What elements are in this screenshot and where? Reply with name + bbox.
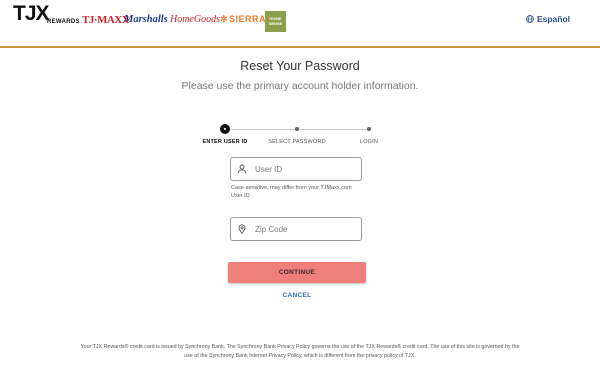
zip-code-field[interactable] (230, 217, 362, 241)
user-icon (237, 164, 247, 174)
page-title: Reset Your Password (240, 59, 360, 73)
legal-disclaimer-line-2: use of the Synchrony Bank Internet Priva… (184, 353, 416, 359)
step-select-password-indicator (295, 127, 299, 131)
user-id-hint-line-1: Case-sensitive, may differ from your TJM… (231, 185, 352, 191)
marshalls-logo: Marshalls (124, 14, 168, 25)
user-id-hint: Case-sensitive, may differ from your TJM… (231, 184, 371, 200)
sierra-logo: ✲SIERRA (220, 14, 266, 25)
legal-disclaimer-line-1: Your TJX Rewards® credit card is issued … (80, 344, 520, 350)
user-id-input[interactable] (255, 164, 355, 174)
step-enter-user-id-label: ENTER USER ID (202, 139, 248, 145)
sierra-star-icon: ✲ (220, 14, 229, 24)
location-pin-icon (238, 224, 246, 234)
homegoods-logo: HomeGoods (170, 14, 220, 25)
legal-disclaimer: Your TJX Rewards® credit card is issued … (44, 343, 556, 361)
tjx-rewards-logo-subtext: REWARDS (47, 19, 80, 25)
language-toggle-link[interactable]: Español (526, 14, 570, 24)
step-enter-user-id-indicator (220, 124, 230, 134)
user-id-field[interactable] (230, 157, 362, 181)
page-subtitle: Please use the primary account holder in… (181, 80, 419, 92)
step-select-password-label: SELECT PASSWORD (268, 139, 326, 145)
user-id-hint-line-2: User ID (231, 193, 250, 199)
step-login-label: LOGIN (359, 139, 379, 145)
globe-icon (526, 15, 534, 23)
language-toggle-label: Español (536, 14, 570, 24)
reset-password-page: TJX REWARDS TJ·MAXX Marshalls HomeGoods … (0, 0, 600, 369)
tjx-rewards-logo[interactable]: TJX (13, 3, 50, 24)
homesense-logo: HOME SENSE (265, 11, 286, 32)
tjmaxx-logo: TJ·MAXX (82, 14, 130, 26)
step-login-indicator (367, 127, 371, 131)
site-header: TJX REWARDS TJ·MAXX Marshalls HomeGoods … (0, 0, 600, 48)
cancel-link[interactable]: CANCEL (0, 292, 594, 299)
sierra-logo-text: SIERRA (229, 14, 267, 24)
zip-code-input[interactable] (255, 224, 355, 234)
continue-button[interactable]: CONTINUE (228, 262, 366, 283)
